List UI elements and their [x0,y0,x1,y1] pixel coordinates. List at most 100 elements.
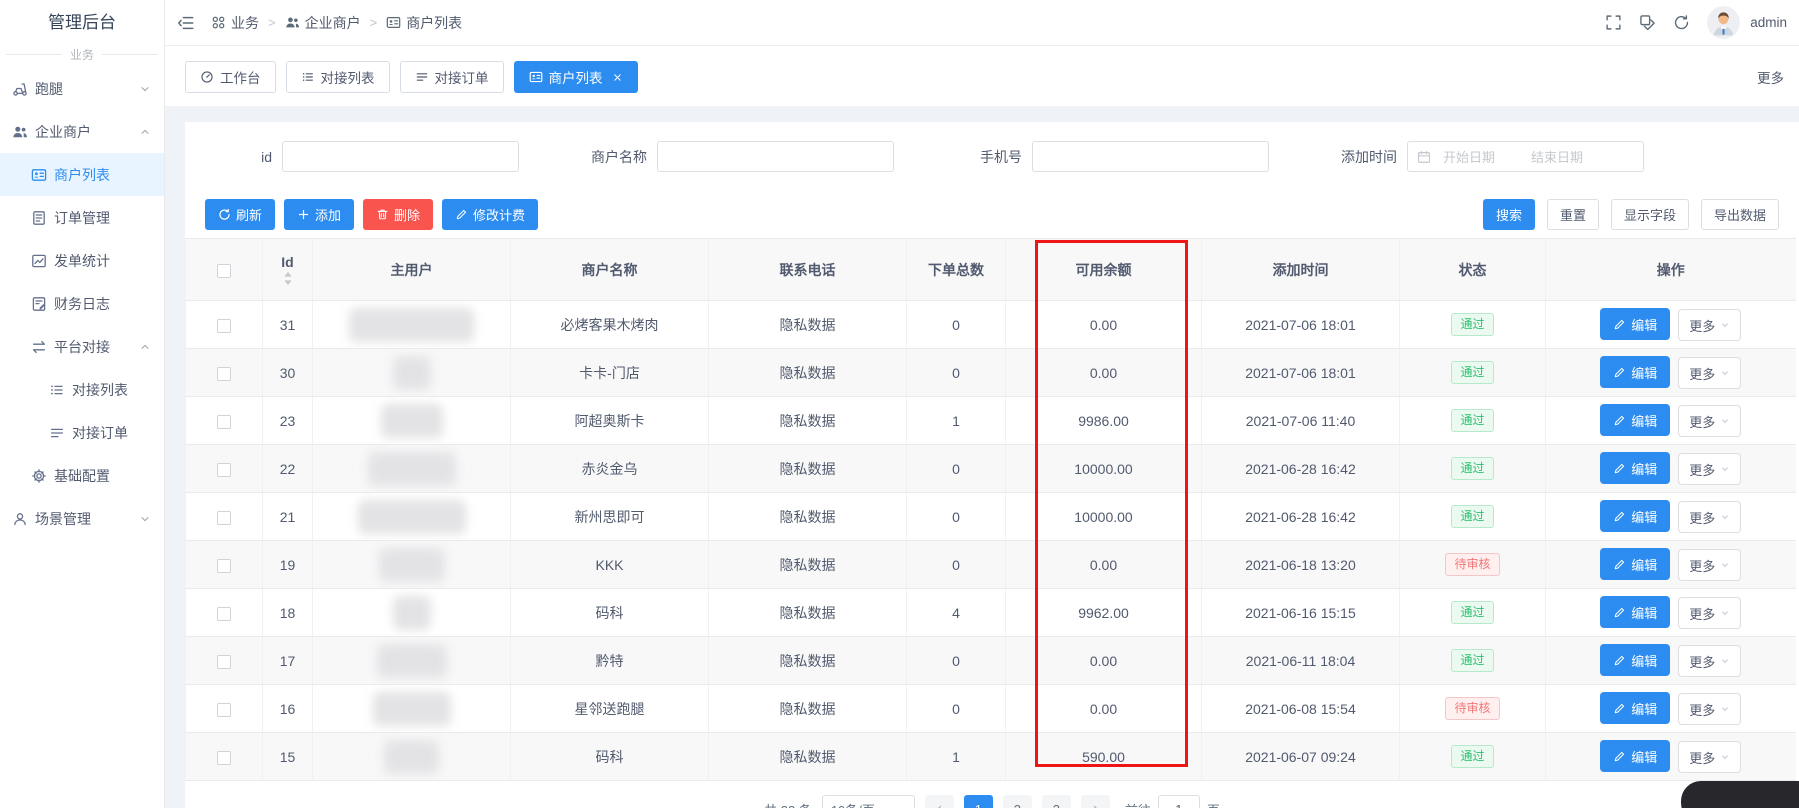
row-checkbox[interactable] [217,319,231,333]
row-checkbox[interactable] [217,751,231,765]
tab-merchant-list[interactable]: 商户列表 [514,61,638,93]
sidebar-item-label: 财务日志 [54,294,110,314]
more-button[interactable]: 更多 [1678,405,1741,437]
more-button[interactable]: 更多 [1678,645,1741,677]
edit-button-label: 编辑 [1631,459,1657,478]
sidebar-item-merchant-list[interactable]: 商户列表 [0,153,164,196]
export-data-button[interactable]: 导出数据 [1701,199,1779,230]
tab-connect-list[interactable]: 对接列表 [286,61,390,93]
refresh-button[interactable]: 刷新 [205,199,275,230]
search-button[interactable]: 搜索 [1483,199,1535,230]
edit-button[interactable]: 编辑 [1600,596,1670,628]
edit-billing-button[interactable]: 修改计费 [442,199,538,230]
sidebar-item-scene-management[interactable]: 场景管理 [0,497,164,540]
sort-carets-icon[interactable] [283,272,293,285]
chevron-up-icon [139,341,151,353]
cell-time: 2021-06-28 16:42 [1202,445,1400,493]
avatar[interactable] [1707,6,1740,39]
row-checkbox[interactable] [217,367,231,381]
more-button[interactable]: 更多 [1678,501,1741,533]
refresh-icon[interactable] [1673,14,1690,31]
table-row: 16星邻送跑腿隐私数据00.002021-06-08 15:54待审核编辑更多 [186,685,1796,733]
pencil-icon [1613,318,1626,331]
sidebar-item-connect-orders[interactable]: 对接订单 [0,411,164,454]
sidebar-item-dispatch-stats[interactable]: 发单统计 [0,239,164,282]
fullscreen-icon[interactable] [1605,14,1622,31]
table-row: 19KKK隐私数据00.002021-06-18 13:20待审核编辑更多 [186,541,1796,589]
page-button-3[interactable]: 3 [1042,795,1071,808]
page-button-1[interactable]: 1 [964,795,993,808]
tabs-more-button[interactable]: 更多 [1757,67,1789,87]
row-checkbox[interactable] [217,415,231,429]
pencil-icon [1613,462,1626,475]
more-button[interactable]: 更多 [1678,693,1741,725]
row-checkbox[interactable] [217,559,231,573]
sidebar-item-connect-list[interactable]: 对接列表 [0,368,164,411]
row-checkbox[interactable] [217,607,231,621]
more-button[interactable]: 更多 [1678,741,1741,773]
tab-workbench[interactable]: 工作台 [185,61,276,93]
prev-page-button[interactable] [925,795,954,808]
more-button[interactable]: 更多 [1678,597,1741,629]
more-button[interactable]: 更多 [1678,309,1741,341]
breadcrumb-item-enterprise-merchant[interactable]: 企业商户 [285,13,361,33]
row-select-cell [186,445,263,493]
theme-skin-icon[interactable] [1639,14,1656,31]
sidebar-item-base-config[interactable]: 基础配置 [0,454,164,497]
row-checkbox[interactable] [217,463,231,477]
edit-button[interactable]: 编辑 [1600,644,1670,676]
tab-connect-orders[interactable]: 对接订单 [400,61,504,93]
show-fields-button[interactable]: 显示字段 [1611,199,1689,230]
status-badge: 通过 [1451,409,1493,433]
dashboard-icon [200,70,214,84]
add-button[interactable]: 添加 [284,199,354,230]
edit-button[interactable]: 编辑 [1600,356,1670,388]
page-button-2[interactable]: 2 [1003,795,1032,808]
edit-button[interactable]: 编辑 [1600,548,1670,580]
edit-button[interactable]: 编辑 [1600,740,1670,772]
breadcrumb-item-merchant-list[interactable]: 商户列表 [386,13,462,33]
breadcrumb-item-business[interactable]: 业务 [211,13,259,33]
edit-button[interactable]: 编辑 [1600,500,1670,532]
more-button-label: 更多 [1689,700,1715,719]
chevron-down-icon [1720,512,1730,522]
more-button[interactable]: 更多 [1678,453,1741,485]
more-button[interactable]: 更多 [1678,549,1741,581]
id-filter-input[interactable] [282,141,519,172]
sidebar-item-platform-connect[interactable]: 平台对接 [0,325,164,368]
merchant-filter-input[interactable] [657,141,894,172]
edit-button-label: 编辑 [1631,555,1657,574]
cell-main-user [313,685,511,733]
goto-page-input[interactable] [1158,795,1200,808]
reset-button[interactable]: 重置 [1547,199,1599,230]
more-button[interactable]: 更多 [1678,357,1741,389]
row-checkbox[interactable] [217,511,231,525]
row-checkbox[interactable] [217,703,231,717]
cell-time: 2021-06-08 15:54 [1202,685,1400,733]
row-checkbox[interactable] [217,655,231,669]
sidebar-item-enterprise-merchant[interactable]: 企业商户 [0,110,164,153]
edit-button[interactable]: 编辑 [1600,404,1670,436]
per-page-select[interactable]: 10条/页 [822,795,915,808]
header-id: Id [263,239,313,301]
sidebar-collapse-icon[interactable] [177,14,195,32]
next-page-button[interactable] [1081,795,1110,808]
more-button-label: 更多 [1689,412,1715,431]
select-all-checkbox[interactable] [217,264,231,278]
edit-button[interactable]: 编辑 [1600,692,1670,724]
status-badge: 通过 [1451,505,1493,529]
phone-filter-input[interactable] [1032,141,1269,172]
cell-balance: 0.00 [1006,685,1202,733]
sidebar-item-finance-log[interactable]: 财务日志 [0,282,164,325]
sidebar-item-errand[interactable]: 跑腿 [0,67,164,110]
username[interactable]: admin [1750,15,1787,30]
cell-time: 2021-06-11 18:04 [1202,637,1400,685]
status-badge: 通过 [1451,649,1493,673]
sidebar-item-order-management[interactable]: 订单管理 [0,196,164,239]
cell-id: 21 [263,493,313,541]
date-range-input[interactable]: 开始日期 结束日期 [1407,141,1644,172]
cell-status: 待审核 [1400,541,1546,589]
delete-button[interactable]: 删除 [363,199,433,230]
edit-button[interactable]: 编辑 [1600,308,1670,340]
edit-button[interactable]: 编辑 [1600,452,1670,484]
